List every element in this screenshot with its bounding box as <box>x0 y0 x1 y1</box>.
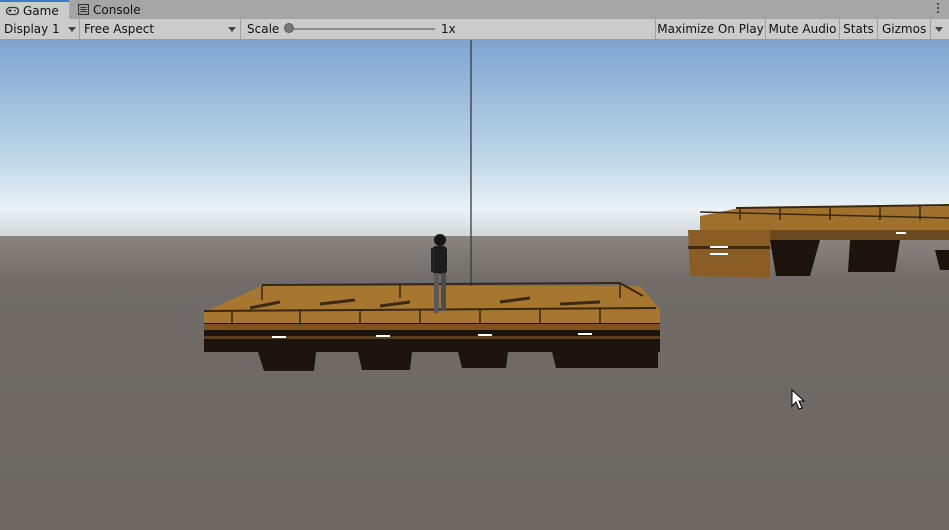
tab-game-label: Game <box>23 3 59 18</box>
gizmos-dropdown[interactable] <box>931 19 949 39</box>
tab-bar: Game Console <box>0 0 949 20</box>
tab-console[interactable]: Console <box>72 0 141 19</box>
more-options-icon[interactable] <box>935 1 941 17</box>
chevron-down-icon <box>935 27 943 32</box>
stats-button[interactable]: Stats <box>840 19 878 39</box>
chevron-down-icon <box>68 27 76 32</box>
display-dropdown[interactable]: Display 1 <box>0 19 80 39</box>
chevron-down-icon <box>228 27 236 32</box>
scale-slider-thumb[interactable] <box>284 23 294 33</box>
gamepad-icon <box>6 6 19 16</box>
scale-control: Scale 1x <box>241 19 656 39</box>
display-dropdown-value: Display 1 <box>4 22 60 36</box>
maximize-on-play-button[interactable]: Maximize On Play <box>656 19 766 39</box>
game-viewport[interactable] <box>0 40 949 530</box>
console-icon <box>78 4 89 15</box>
mute-audio-button[interactable]: Mute Audio <box>766 19 840 39</box>
ground-plane <box>0 236 949 530</box>
game-view-toolbar: Display 1 Free Aspect Scale 1x Maximize … <box>0 19 949 40</box>
scale-label: Scale <box>247 22 280 36</box>
aspect-dropdown-value: Free Aspect <box>84 22 155 36</box>
gizmos-button[interactable]: Gizmos <box>878 19 931 39</box>
tab-console-label: Console <box>93 2 141 17</box>
tab-game[interactable]: Game <box>0 0 69 19</box>
scale-slider-track[interactable] <box>289 28 435 30</box>
scale-value: 1x <box>441 22 456 36</box>
aspect-dropdown[interactable]: Free Aspect <box>80 19 241 39</box>
